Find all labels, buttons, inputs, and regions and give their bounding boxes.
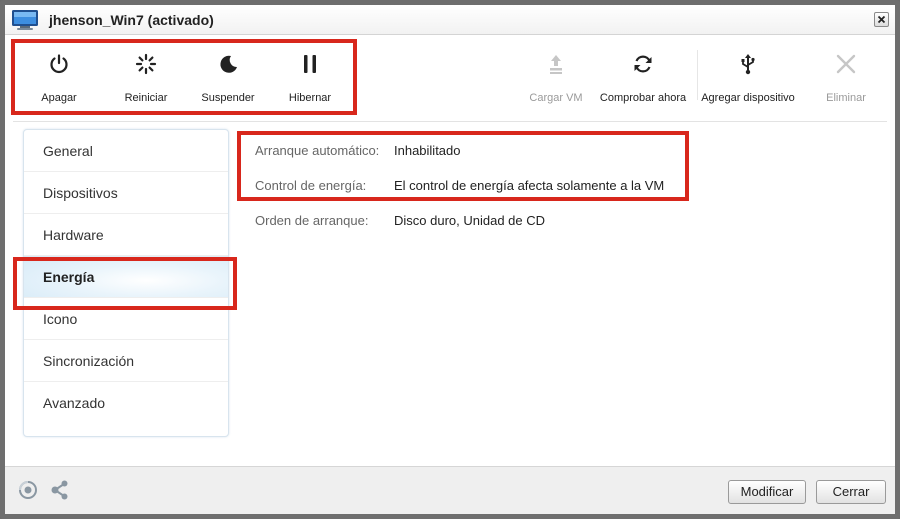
close-button[interactable]: Cerrar xyxy=(816,480,886,504)
restart-button[interactable]: Reiniciar xyxy=(111,44,181,108)
share-icon[interactable] xyxy=(49,479,71,501)
x-icon xyxy=(836,54,856,74)
modify-button[interactable]: Modificar xyxy=(728,480,806,504)
load-vm-button[interactable]: Cargar VM xyxy=(521,44,591,108)
detail-row-auto-start: Arranque automático: Inhabilitado xyxy=(253,137,875,172)
restart-label: Reiniciar xyxy=(124,92,168,104)
close-window-button[interactable] xyxy=(874,12,889,27)
detail-value: El control de energía afecta solamente a… xyxy=(394,178,665,193)
pause-icon xyxy=(304,55,316,73)
detail-value: Inhabilitado xyxy=(394,143,461,158)
sidebar-item-label: Avanzado xyxy=(43,395,106,411)
shutdown-label: Apagar xyxy=(41,92,77,104)
settings-sidebar: General Dispositivos Hardware Energía Ic… xyxy=(23,129,229,437)
sidebar-item-energy[interactable]: Energía xyxy=(24,256,228,298)
delete-label: Eliminar xyxy=(826,92,866,104)
hibernate-label: Hibernar xyxy=(288,92,332,104)
detail-value: Disco duro, Unidad de CD xyxy=(394,213,546,228)
toolbar: Apagar Reiniciar Suspender Hibernar Carg… xyxy=(5,36,895,118)
sidebar-item-advanced[interactable]: Avanzado xyxy=(24,382,228,424)
suspend-button[interactable]: Suspender xyxy=(193,44,263,108)
sidebar-item-icon[interactable]: Icono xyxy=(24,298,228,340)
detail-label: Orden de arranque: xyxy=(255,213,369,228)
monitor-icon xyxy=(12,10,38,30)
shutdown-button[interactable]: Apagar xyxy=(24,44,94,108)
check-now-button[interactable]: Comprobar ahora xyxy=(598,44,688,108)
toolbar-divider xyxy=(13,121,887,122)
check-now-label: Comprobar ahora xyxy=(599,92,687,104)
moon-icon xyxy=(220,55,237,73)
sidebar-item-label: Dispositivos xyxy=(43,185,118,201)
load-vm-label: Cargar VM xyxy=(529,92,583,104)
sidebar-item-sync[interactable]: Sincronización xyxy=(24,340,228,382)
suspend-label: Suspender xyxy=(201,92,255,104)
add-device-label: Agregar dispositivo xyxy=(701,92,795,104)
sidebar-item-general[interactable]: General xyxy=(24,130,228,172)
footer-bar: Modificar Cerrar xyxy=(5,466,895,514)
close-icon xyxy=(877,15,886,24)
power-icon xyxy=(50,54,68,74)
detail-label: Arranque automático: xyxy=(255,143,380,158)
vm-properties-window: jhenson_Win7 (activado) Apagar Reiniciar… xyxy=(0,0,900,519)
detail-row-boot-order: Orden de arranque: Disco duro, Unidad de… xyxy=(253,207,875,242)
sidebar-item-label: General xyxy=(43,143,93,159)
hibernate-button[interactable]: Hibernar xyxy=(275,44,345,108)
title-bar: jhenson_Win7 (activado) xyxy=(5,5,895,35)
sidebar-item-hardware[interactable]: Hardware xyxy=(24,214,228,256)
detail-label: Control de energía: xyxy=(255,178,367,193)
window-title: jhenson_Win7 (activado) xyxy=(49,12,214,28)
sidebar-item-label: Sincronización xyxy=(43,353,135,369)
spinner-icon xyxy=(135,53,157,75)
sidebar-item-label: Icono xyxy=(43,311,78,327)
refresh-icon xyxy=(634,55,652,73)
delete-button[interactable]: Eliminar xyxy=(811,44,881,108)
usb-icon xyxy=(741,54,755,75)
detail-row-power-control: Control de energía: El control de energí… xyxy=(253,172,875,207)
sidebar-item-label: Energía xyxy=(43,269,95,285)
sidebar-item-devices[interactable]: Dispositivos xyxy=(24,172,228,214)
add-device-button[interactable]: Agregar dispositivo xyxy=(698,44,798,108)
upload-icon xyxy=(550,55,562,74)
sidebar-item-label: Hardware xyxy=(43,227,104,243)
energy-details: Arranque automático: Inhabilitado Contro… xyxy=(253,137,875,242)
target-icon[interactable] xyxy=(17,479,39,501)
